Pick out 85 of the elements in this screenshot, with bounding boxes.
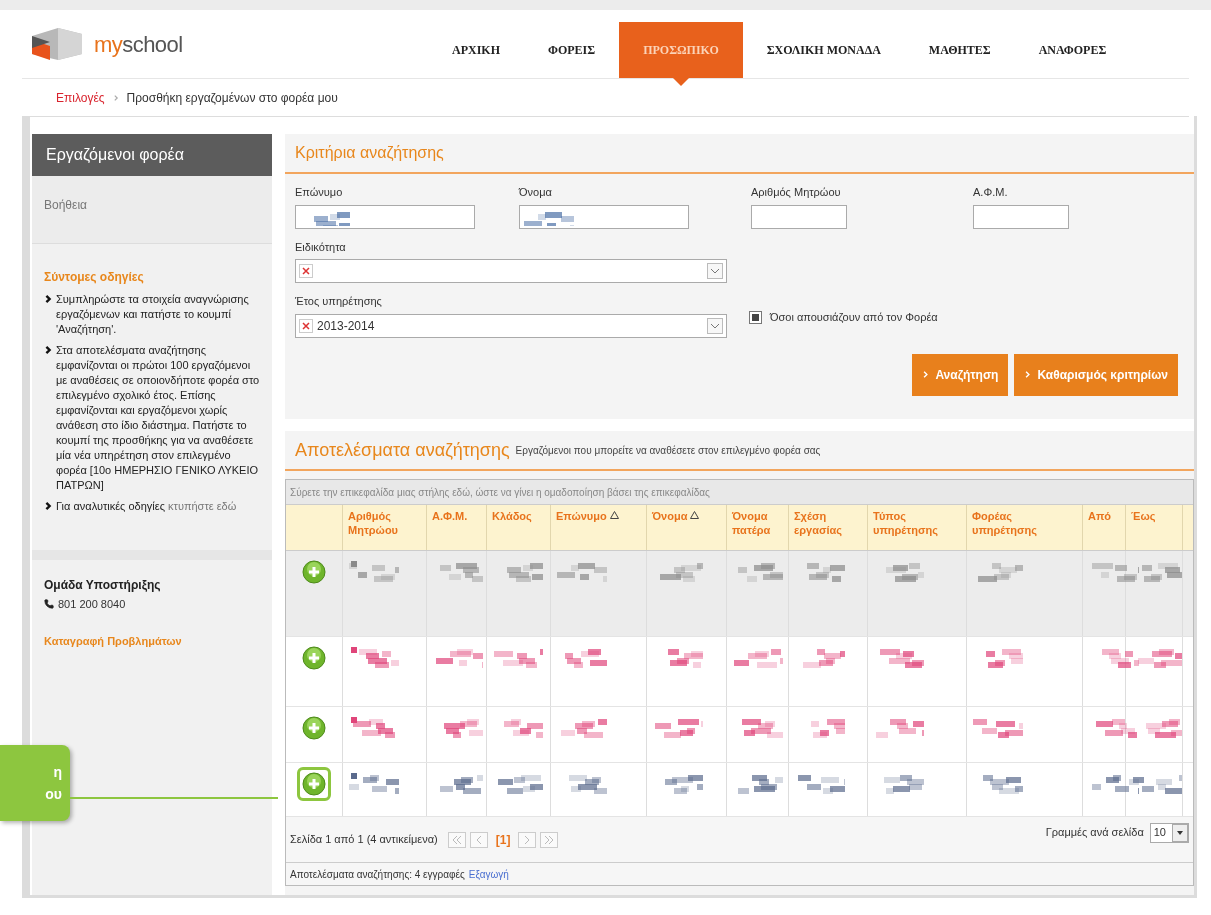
sidebar-title: Εργαζόμενοι φορέα (32, 134, 272, 176)
field-label: Ειδικότητα (295, 239, 347, 255)
callout-text: η (53, 763, 62, 782)
phone-number: 801 200 8040 (58, 597, 126, 612)
sort-ascending-icon (609, 511, 619, 519)
sort-ascending-icon (690, 511, 700, 519)
table-row[interactable] (286, 637, 1193, 707)
phone-icon (44, 599, 54, 610)
text-field[interactable] (751, 204, 847, 229)
nav-tab[interactable]: ΑΝΑΦΟΡΕΣ (1014, 22, 1131, 78)
breadcrumb-separator-icon (112, 94, 119, 101)
plus-circle-icon (302, 646, 326, 670)
guide-title: Σύντομες οδηγίες (44, 269, 145, 286)
plus-circle-icon (302, 560, 326, 584)
pager-summary: Σελίδα 1 από 1 (4 αντικείμενα) (290, 832, 438, 848)
table-row[interactable] (286, 551, 1193, 637)
dropdown-icon (707, 317, 723, 334)
column-header[interactable]: Όνομα (647, 505, 727, 550)
current-page[interactable]: [1] (491, 830, 515, 849)
logo-text: myschool (94, 30, 183, 59)
guide-link[interactable]: κτυπήστε εδώ (168, 500, 237, 512)
tip-text: Για αναλυτικές οδηγίες κτυπήστε εδώ (56, 499, 237, 514)
previous-page-icon[interactable] (469, 831, 488, 848)
support-title: Ομάδα Υποστήριξης (44, 577, 162, 594)
text-field[interactable] (519, 204, 689, 229)
column-header[interactable]: Φορέας υπηρέτησης (967, 505, 1083, 550)
report-link[interactable]: Καταγραφή Προβλημάτων (44, 632, 260, 649)
search-panel-title: Κριτήρια αναζήτησης (295, 143, 444, 163)
column-header[interactable]: Επώνυμο (551, 505, 647, 550)
bullet-chevron-icon (44, 345, 52, 355)
column-header[interactable]: Αριθμός Μητρώου (343, 505, 427, 550)
clear-criteria-button[interactable]: Καθαρισμός κριτηρίων (1014, 353, 1178, 396)
rows-per-page-select[interactable]: 10 (1149, 822, 1189, 843)
specialty-select[interactable] (295, 259, 727, 283)
field-label: Όνομα (519, 185, 553, 200)
rows-per-page-label: Γραμμές ανά σελίδα (1045, 825, 1144, 841)
group-by-bar: Σύρετε την επικεφαλίδα μιας στήλης εδώ, ώστε να γίνει η ομαδοποίηση βάσει της επικεφαλίδας (286, 480, 1193, 505)
nav-tab[interactable]: ΑΡΧΙΚΗ (428, 22, 524, 78)
text-field[interactable] (973, 204, 1069, 229)
results-subtitle: Εργαζόμενοι που μπορείτε να αναθέσετε στον επιλεγμένο φορέα σας (515, 443, 821, 458)
column-header[interactable]: Α.Φ.Μ. (427, 505, 487, 550)
clear-icon (299, 264, 313, 278)
results-title: Αποτελέσματα αναζήτησης (295, 438, 510, 462)
plus-circle-icon (302, 716, 326, 740)
field-label: Α.Φ.Μ. (973, 185, 1009, 200)
callout-text: ου (45, 785, 62, 804)
tab-pointer (672, 78, 689, 86)
bullet-chevron-icon (44, 501, 52, 511)
nav-tab[interactable]: ΦΟΡΕΙΣ (524, 22, 620, 78)
column-header[interactable]: Τύπος υπηρέτησης (868, 505, 967, 550)
add-button[interactable] (297, 767, 331, 801)
year-select[interactable]: 2013-2014 (295, 313, 727, 338)
breadcrumb-current: Προσθήκη εργαζομένων στο φορέα μου (126, 89, 338, 107)
field-label: Έτος υπηρέτησης (295, 294, 383, 309)
column-header[interactable]: Όνομα πατέρα (727, 505, 789, 550)
text-field[interactable] (295, 204, 475, 229)
chevron-icon (922, 370, 930, 379)
search-button[interactable]: Αναζήτηση (912, 353, 1009, 396)
last-page-icon[interactable] (540, 831, 559, 848)
breadcrumb-link[interactable]: Επιλογές (56, 88, 105, 107)
column-header[interactable]: Κλάδος (487, 505, 551, 550)
checkbox-label: Όσοι απουσιάζουν από τον Φορέα (770, 310, 938, 325)
dropdown-icon (707, 263, 723, 279)
column-header[interactable]: Σχέση εργασίας (789, 505, 868, 550)
nav-tab[interactable]: ΣΧΟΛΙΚΗ ΜΟΝΑΔΑ (742, 22, 905, 78)
tip-text: Συμπληρώστε τα στοιχεία αναγνώρισης εργαζόμενων και πατήστε το κουμπί 'Αναζήτηση'. (56, 292, 250, 337)
table-row[interactable] (286, 707, 1193, 763)
column-header[interactable]: Από (1083, 505, 1126, 550)
field-label: Επώνυμο (295, 185, 344, 200)
clear-icon (299, 318, 313, 333)
help-link[interactable]: Βοήθεια (44, 198, 87, 212)
bullet-chevron-icon (44, 294, 52, 304)
column-header[interactable]: Έως (1126, 505, 1183, 550)
nav-tab[interactable]: ΜΑΘΗΤΕΣ (904, 22, 1015, 78)
next-page-icon[interactable] (518, 831, 537, 848)
dropdown-icon (1172, 823, 1188, 842)
field-label: Αριθμός Μητρώου (751, 185, 842, 200)
chevron-icon (1024, 370, 1032, 379)
export-link[interactable]: Εξαγωγή (468, 866, 509, 882)
checkbox[interactable] (749, 310, 762, 324)
plus-circle-icon (302, 772, 326, 796)
first-page-icon[interactable] (447, 831, 466, 848)
tip-text: Στα αποτελέσματα αναζήτησης εμφανίζονται οι πρώτοι 100 εργαζόμενοι με αναθέσεις σε οποιονδήποτε φορέα στο επιλεγμένο σχολικό έτος. Επίσης εμφανίζονται και εργαζόμενοι χωρίς ανάθεση στο ίδιο διάστημα. Πατήστε το κουμπί της προσθήκης για να αναθέσετε μία νέα υπηρέτηση στον επιλεγμένο φορέα [10ο ΗΜΕΡΗΣΙΟ ΓΕΝΙΚΟ ΛΥΚΕΙΟ ΠΑΤΡΩΝ] (56, 343, 260, 493)
table-row[interactable] (286, 763, 1193, 817)
results-count: Αποτελέσματα αναζήτησης: 4 εγγραφές (290, 867, 465, 882)
